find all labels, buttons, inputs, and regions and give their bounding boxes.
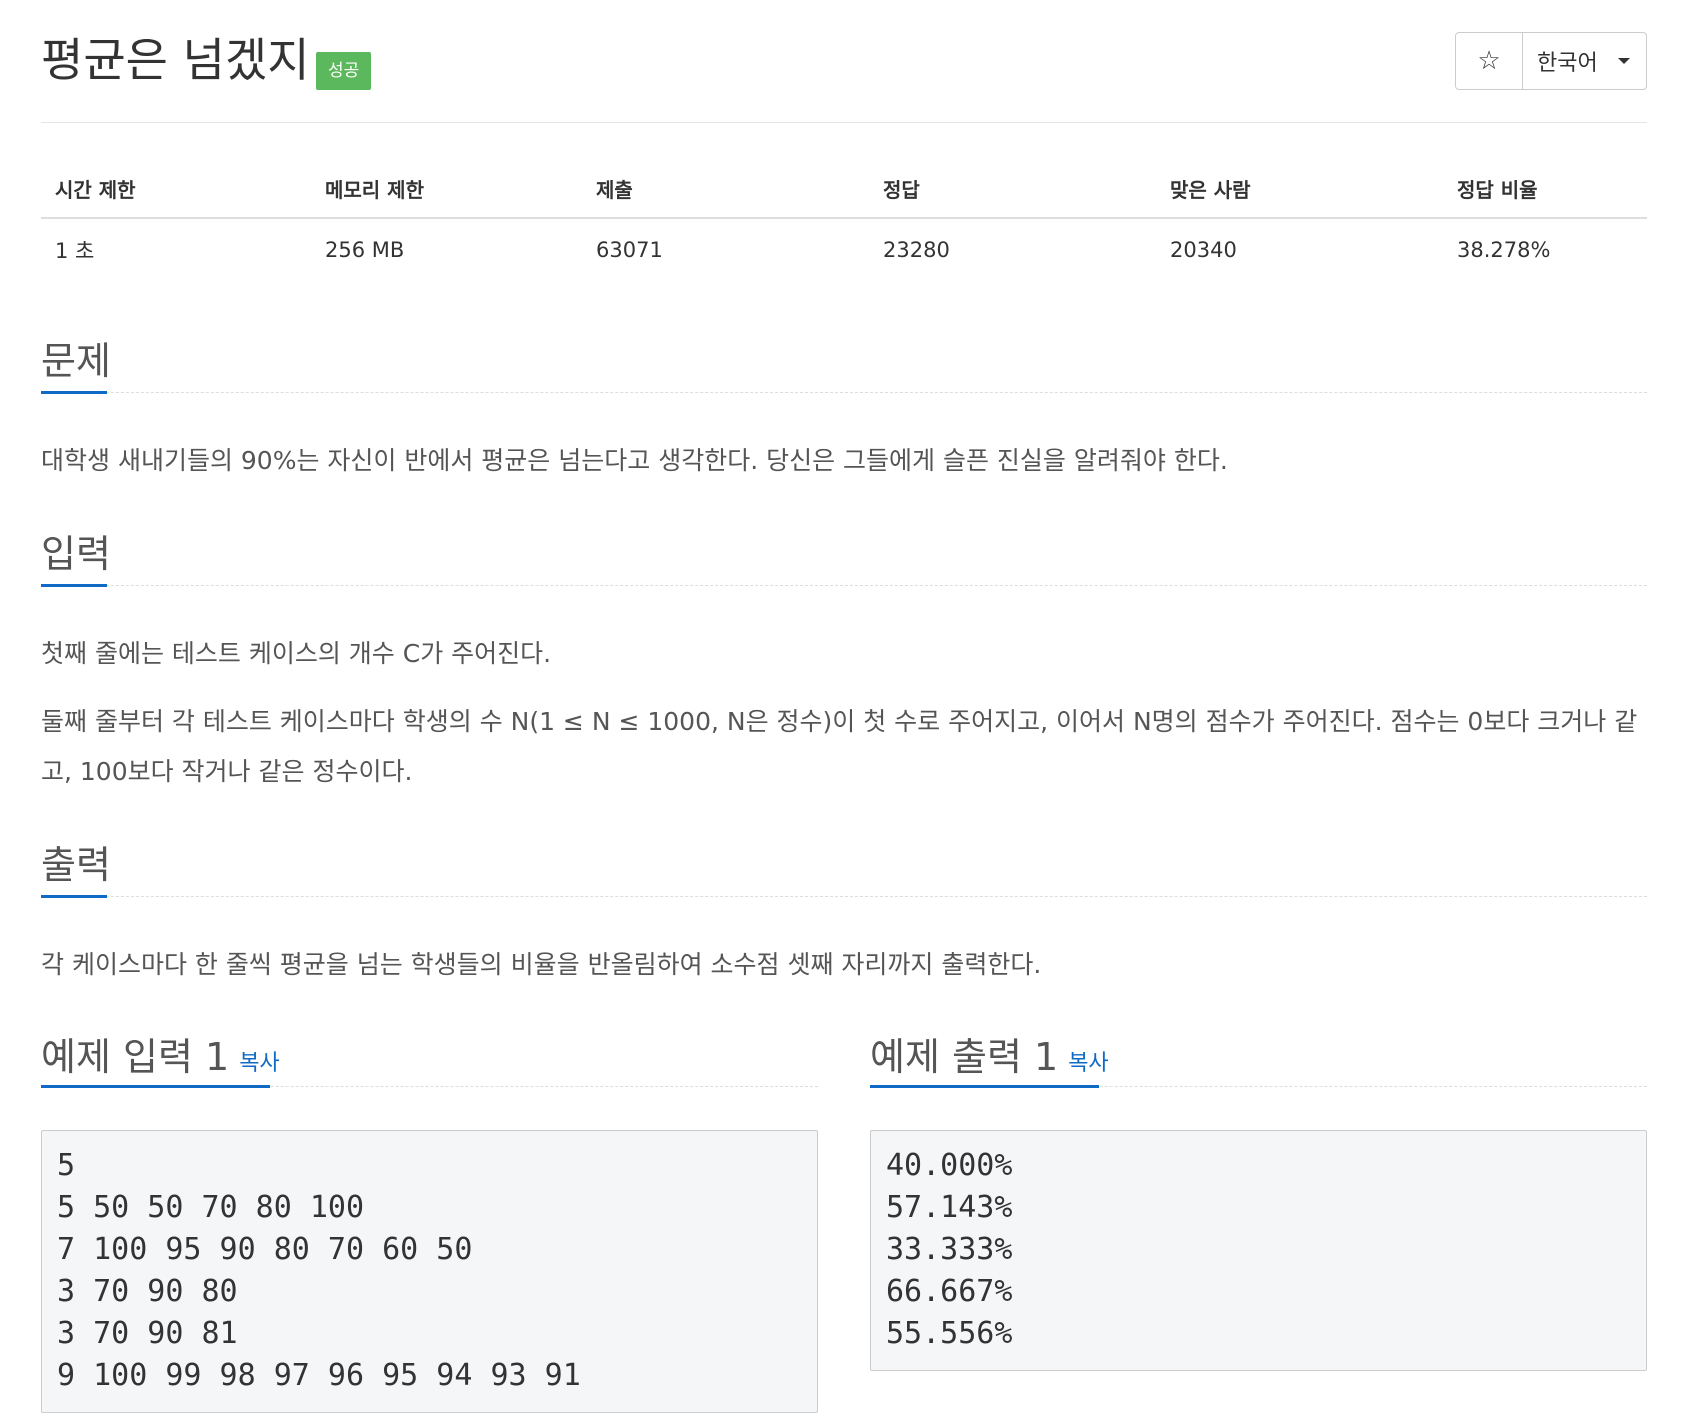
table-header-row: 시간 제한 메모리 제한 제출 정답 맞은 사람 정답 비율 <box>41 160 1647 219</box>
code-line: 7 100 95 90 80 70 60 50 <box>57 1232 473 1267</box>
sample-output-section: 예제 출력 1 복사 40.000% 57.143% 33.333% 66.667… <box>870 1020 1647 1371</box>
problem-description: 대학생 새내기들의 90%는 자신이 반에서 평균은 넘는다고 생각한다. 당신… <box>41 446 1228 475</box>
section-underline <box>41 1085 270 1088</box>
solved-users-value: 20340 <box>1170 238 1237 262</box>
memory-limit-value: 256 MB <box>325 238 405 262</box>
code-line: 55.556% <box>886 1316 1013 1351</box>
sample-output-box[interactable]: 40.000% 57.143% 33.333% 66.667% 55.556% <box>870 1130 1647 1371</box>
sample-input-header: 예제 입력 1 복사 <box>41 1020 818 1088</box>
table-header: 시간 제한 <box>41 160 311 219</box>
input-heading: 입력 <box>41 532 111 576</box>
problem-info-table: 시간 제한 메모리 제한 제출 정답 맞은 사람 정답 비율 1 초 256 M… <box>41 160 1647 277</box>
star-button[interactable]: ☆ <box>1456 33 1523 89</box>
table-header: 정답 비율 <box>1443 160 1647 219</box>
sample-input-section: 예제 입력 1 복사 5 5 50 50 70 80 100 7 100 95 9… <box>41 1020 818 1413</box>
table-header: 제출 <box>582 160 869 219</box>
status-badge: 성공 <box>316 52 372 90</box>
output-section-header: 출력 <box>41 826 1647 898</box>
table-header: 정답 <box>869 160 1156 219</box>
section-underline <box>41 895 107 898</box>
code-line: 40.000% <box>886 1148 1013 1183</box>
sample-input-title: 예제 입력 1 <box>41 1035 230 1079</box>
sample-input-heading: 예제 입력 1 복사 <box>41 1026 280 1081</box>
caret-down-icon <box>1617 58 1630 64</box>
star-icon: ☆ <box>1477 46 1501 76</box>
header-button-group: ☆ 한국어 <box>1455 32 1647 90</box>
submissions-value: 63071 <box>596 238 663 262</box>
problem-heading: 문제 <box>41 339 111 383</box>
code-line: 33.333% <box>886 1232 1013 1267</box>
copy-output-link[interactable]: 복사 <box>1068 1051 1108 1076</box>
output-description: 각 케이스마다 한 줄씩 평균을 넘는 학생들의 비율을 반올림하여 소수점 셋… <box>41 950 1042 979</box>
code-line: 66.667% <box>886 1274 1013 1309</box>
sample-input-box[interactable]: 5 5 50 50 70 80 100 7 100 95 90 80 70 60… <box>41 1130 818 1413</box>
time-limit-value: 1 초 <box>55 239 95 263</box>
input-description-1: 첫째 줄에는 테스트 케이스의 개수 C가 주어진다. <box>41 639 552 668</box>
sample-output-header: 예제 출력 1 복사 <box>870 1020 1647 1088</box>
problem-page: 평균은 넘겠지 성공 ☆ 한국어 시간 제한 메모리 제한 제출 정답 맞은 사… <box>41 0 1647 1413</box>
section-underline <box>41 391 107 394</box>
copy-input-link[interactable]: 복사 <box>239 1051 279 1076</box>
problem-section-header: 문제 <box>41 322 1647 394</box>
problem-title: 평균은 넘겠지 <box>41 33 310 87</box>
table-header: 메모리 제한 <box>311 160 582 219</box>
code-line: 57.143% <box>886 1190 1013 1225</box>
code-line: 5 50 50 70 80 100 <box>57 1190 365 1225</box>
table-row: 1 초 256 MB 63071 23280 20340 38.278% <box>41 218 1647 277</box>
sample-output-heading: 예제 출력 1 복사 <box>870 1026 1109 1081</box>
output-heading: 출력 <box>41 843 111 887</box>
table-header: 맞은 사람 <box>1156 160 1443 219</box>
input-section-header: 입력 <box>41 515 1647 587</box>
input-description-2: 둘째 줄부터 각 테스트 케이스마다 학생의 수 N(1 ≤ N ≤ 1000,… <box>41 707 1638 786</box>
code-line: 3 70 90 81 <box>57 1316 238 1351</box>
code-line: 9 100 99 98 97 96 95 94 93 91 <box>57 1358 581 1393</box>
section-underline <box>870 1085 1099 1088</box>
problem-header: 평균은 넘겠지 성공 ☆ 한국어 <box>41 0 1647 123</box>
sample-output-title: 예제 출력 1 <box>870 1035 1059 1079</box>
accept-ratio-value: 38.278% <box>1457 238 1551 262</box>
language-dropdown[interactable]: 한국어 <box>1523 33 1646 89</box>
section-underline <box>41 584 107 587</box>
code-line: 5 <box>57 1148 76 1183</box>
language-label: 한국어 <box>1537 51 1598 76</box>
accepted-value: 23280 <box>883 238 950 262</box>
code-line: 3 70 90 80 <box>57 1274 238 1309</box>
